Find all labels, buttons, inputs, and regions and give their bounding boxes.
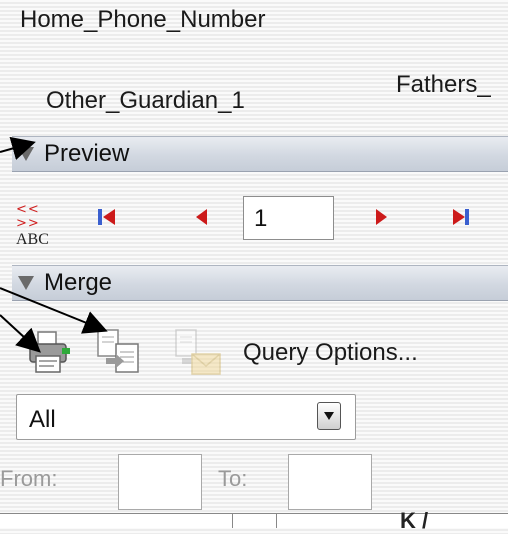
merge-to-printer-button[interactable] [24,330,74,376]
merge-to-new-document-button[interactable] [92,328,144,376]
from-record-field[interactable] [118,454,202,510]
previous-record-icon [196,209,207,225]
merge-section-header[interactable]: Merge [12,265,508,301]
disclosure-triangle-icon[interactable] [18,276,34,290]
merge-chevrons-icon: << >> [16,202,40,231]
next-record-button[interactable] [367,201,397,233]
document-grid-strip: K / [0,508,508,533]
record-number-field[interactable]: 1 [243,196,334,240]
first-record-icon [98,209,115,225]
dropdown-arrow-icon[interactable] [317,402,341,430]
merge-records-value: All [29,406,56,433]
merge-to-email-button [168,328,224,378]
from-label: From: [0,466,58,491]
query-options-button[interactable]: Query Options... [243,339,418,367]
first-record-button[interactable] [92,201,122,233]
previous-record-button[interactable] [186,201,216,233]
last-record-icon [453,209,469,225]
to-record-field[interactable] [288,454,372,510]
grid-divider [232,514,233,528]
field-other-guardian-1[interactable]: Other_Guardian_1 [46,87,245,115]
view-merged-data-button[interactable]: << >> ABC [16,202,60,249]
preview-section-header[interactable]: Preview [12,136,508,172]
to-label: To: [218,466,248,491]
grid-divider [276,514,277,528]
abc-text-icon: ABC [16,231,49,248]
merge-records-select[interactable]: All [16,394,356,440]
disclosure-triangle-icon[interactable] [18,147,34,161]
last-record-button[interactable] [446,201,476,233]
merge-to-email-icon [175,329,221,375]
merge-to-printer-icon [29,331,70,373]
preview-label: Preview [44,140,130,167]
field-home-phone-number[interactable]: Home_Phone_Number [20,6,265,34]
next-record-icon [376,209,387,225]
grid-cell-text: K / [400,508,429,533]
merge-label: Merge [44,269,113,296]
merge-to-new-document-icon [97,329,139,373]
field-fathers[interactable]: Fathers_ [396,71,491,99]
